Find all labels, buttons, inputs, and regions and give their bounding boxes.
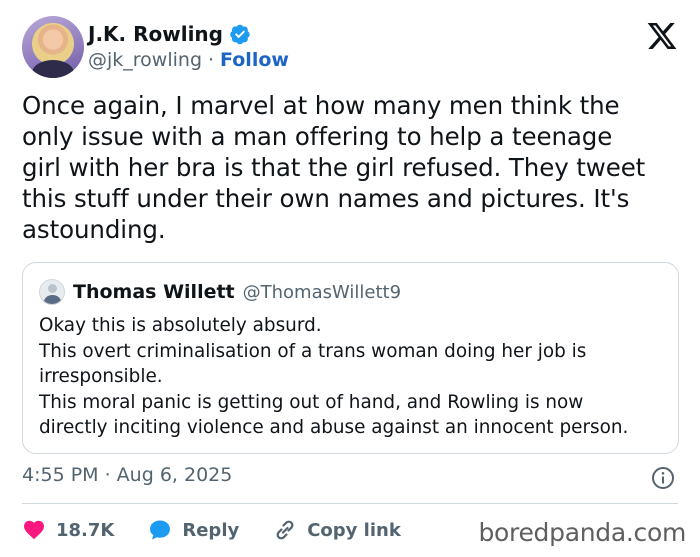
quoted-tweet-body: Okay this is absolutely absurd. This ove…: [39, 315, 629, 438]
tweet-body: Once again, I marvel at how many men thi…: [22, 91, 646, 244]
watermark: boredpanda.com: [478, 518, 686, 547]
like-button[interactable]: 18.7K: [22, 518, 114, 542]
copy-link-button[interactable]: Copy link: [273, 518, 401, 542]
reply-button[interactable]: Reply: [148, 518, 239, 542]
quoted-tweet-header: Thomas Willett @ThomasWillett9: [39, 279, 401, 305]
copy-link-label: Copy link: [307, 519, 401, 541]
quoted-author-handle: @ThomasWillett9: [242, 281, 402, 303]
verified-badge-icon: [230, 24, 250, 45]
x-logo-icon[interactable]: [646, 20, 678, 52]
author-name-row: J.K. Rowling: [88, 22, 251, 46]
tweet-header: J.K. Rowling @jk_rowling · Follow: [22, 14, 682, 80]
reply-label: Reply: [182, 519, 240, 541]
quoted-author-avatar: [39, 279, 65, 305]
info-icon[interactable]: [651, 466, 675, 490]
quoted-tweet-card[interactable]: Thomas Willett @ThomasWillett9 Okay this…: [22, 262, 679, 454]
author-handle-row: @jk_rowling · Follow: [88, 49, 289, 71]
reply-bubble-icon: [150, 520, 171, 540]
author-avatar[interactable]: [22, 16, 84, 78]
like-count: 18.7K: [56, 519, 115, 541]
action-bar: 18.7K Reply Copy link: [22, 515, 435, 545]
link-icon: [276, 520, 294, 540]
author-handle[interactable]: @jk_rowling: [88, 49, 202, 71]
handle-separator: ·: [208, 49, 215, 71]
follow-button[interactable]: Follow: [220, 49, 289, 71]
heart-icon: [24, 520, 44, 540]
author-name[interactable]: J.K. Rowling: [88, 22, 223, 46]
tweet-timestamp[interactable]: 4:55 PM · Aug 6, 2025: [22, 464, 232, 486]
quoted-author-name: Thomas Willett: [73, 281, 235, 303]
divider: [22, 503, 678, 504]
